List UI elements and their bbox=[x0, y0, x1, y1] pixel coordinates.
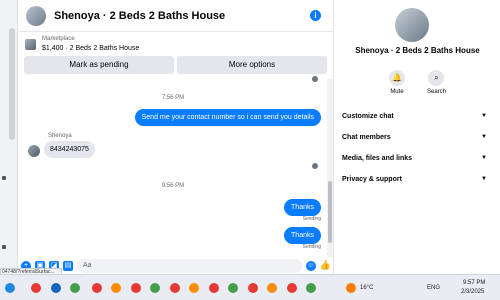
chrome-icon[interactable] bbox=[267, 283, 277, 293]
chrome-icon[interactable] bbox=[170, 283, 180, 293]
chat-window: Shenoya · 2 Beds 2 Baths House i Marketp… bbox=[18, 0, 334, 274]
more-options-button[interactable]: More options bbox=[177, 56, 327, 74]
section-customize-chat[interactable]: Customize chat ▼ bbox=[342, 109, 487, 123]
chevron-down-icon: ▼ bbox=[481, 113, 487, 119]
thumbs-up-icon[interactable]: 👍 bbox=[320, 260, 331, 271]
message-incoming[interactable]: 8434243075 bbox=[44, 141, 95, 158]
clock-time[interactable]: 9:57 PM bbox=[463, 280, 485, 286]
chrome-icon[interactable] bbox=[150, 283, 160, 293]
search-button[interactable]: ⌕ Search bbox=[427, 70, 446, 95]
chrome-icon[interactable] bbox=[131, 283, 141, 293]
seen-indicator bbox=[312, 163, 318, 169]
thread-scrollbar-thumb[interactable] bbox=[328, 181, 332, 243]
avatar[interactable] bbox=[26, 5, 46, 26]
message-composer: + ▣ ◪ ▤ Aa ☺ 👍 bbox=[18, 257, 334, 274]
chrome-icon[interactable] bbox=[31, 283, 41, 293]
message-input[interactable]: Aa bbox=[77, 258, 302, 273]
chrome-icon[interactable] bbox=[209, 283, 219, 293]
chrome-icon[interactable] bbox=[228, 283, 238, 293]
weather-icon[interactable] bbox=[346, 283, 356, 293]
message-outgoing[interactable]: Thanks bbox=[284, 199, 321, 216]
sender-avatar bbox=[28, 145, 40, 157]
bell-icon: 🔔 bbox=[388, 70, 405, 86]
emoji-icon[interactable]: ☺ bbox=[305, 260, 316, 271]
message-outgoing[interactable]: Send me your contact number so i can sen… bbox=[134, 109, 321, 126]
chevron-down-icon: ▼ bbox=[481, 134, 487, 140]
info-icon[interactable]: i bbox=[310, 10, 321, 21]
mute-button[interactable]: 🔔 Mute bbox=[388, 70, 405, 95]
section-label: Customize chat bbox=[342, 112, 394, 120]
mute-label: Mute bbox=[390, 89, 404, 95]
marketplace-listing[interactable]: Marketplace $1,400 · 2 Beds 2 Baths Hous… bbox=[18, 32, 333, 56]
chrome-icon[interactable] bbox=[306, 283, 316, 293]
background-page-strip bbox=[0, 0, 18, 274]
section-privacy-support[interactable]: Privacy & support ▼ bbox=[342, 172, 487, 186]
section-media-files-links[interactable]: Media, files and links ▼ bbox=[342, 151, 487, 165]
chevron-down-icon: ▼ bbox=[481, 155, 487, 161]
chrome-icon[interactable] bbox=[287, 283, 297, 293]
chevron-down-icon: ▼ bbox=[481, 176, 487, 182]
panel-title: Shenoya · 2 Beds 2 Baths House bbox=[355, 46, 480, 55]
app-icon[interactable] bbox=[70, 283, 80, 293]
chrome-icon[interactable] bbox=[248, 283, 258, 293]
message-thread: 7:56 PM Send me your contact number so i… bbox=[18, 76, 328, 257]
chrome-icon[interactable] bbox=[92, 283, 102, 293]
marketplace-label: Marketplace bbox=[42, 36, 75, 42]
background-marker bbox=[2, 176, 6, 180]
section-chat-members[interactable]: Chat members ▼ bbox=[342, 130, 487, 144]
search-label: Search bbox=[426, 89, 446, 95]
windows-taskbar: 16°C ENG 9:57 PM 2/3/2025 bbox=[0, 274, 500, 300]
gif-icon[interactable]: ▤ bbox=[63, 260, 73, 271]
search-icon: ⌕ bbox=[428, 70, 445, 86]
conversation-details-panel: Shenoya · 2 Beds 2 Baths House 🔔 Mute ⌕ … bbox=[335, 0, 500, 274]
avatar[interactable] bbox=[395, 8, 429, 42]
chat-title[interactable]: Shenoya · 2 Beds 2 Baths House bbox=[54, 10, 310, 22]
message-status: Sending bbox=[302, 244, 321, 250]
timestamp: 7:56 PM bbox=[161, 95, 185, 101]
seen-indicator bbox=[312, 76, 318, 82]
chat-header: Shenoya · 2 Beds 2 Baths House i bbox=[18, 0, 333, 32]
section-label: Chat members bbox=[342, 133, 391, 141]
background-scrollbar bbox=[9, 28, 15, 140]
listing-price-title: $1,400 · 2 Beds 2 Baths House bbox=[42, 45, 140, 52]
section-label: Privacy & support bbox=[342, 175, 402, 183]
app-icon[interactable] bbox=[51, 283, 61, 293]
clock-date[interactable]: 2/3/2025 bbox=[461, 289, 484, 295]
chrome-icon[interactable] bbox=[189, 283, 199, 293]
sender-name: Shenoya bbox=[48, 133, 72, 139]
chrome-icon[interactable] bbox=[111, 283, 121, 293]
start-icon[interactable] bbox=[5, 283, 15, 293]
temperature[interactable]: 16°C bbox=[360, 285, 373, 291]
section-label: Media, files and links bbox=[342, 154, 413, 162]
listing-thumbnail bbox=[25, 38, 36, 50]
message-status: Sending bbox=[302, 216, 321, 222]
mark-as-pending-button[interactable]: Mark as pending bbox=[24, 56, 174, 74]
message-outgoing[interactable]: Thanks bbox=[284, 227, 321, 244]
timestamp: 9:56 PM bbox=[161, 183, 185, 189]
listing-actions: Mark as pending More options bbox=[18, 56, 333, 76]
language-indicator[interactable]: ENG bbox=[427, 285, 440, 291]
background-marker bbox=[2, 245, 6, 249]
